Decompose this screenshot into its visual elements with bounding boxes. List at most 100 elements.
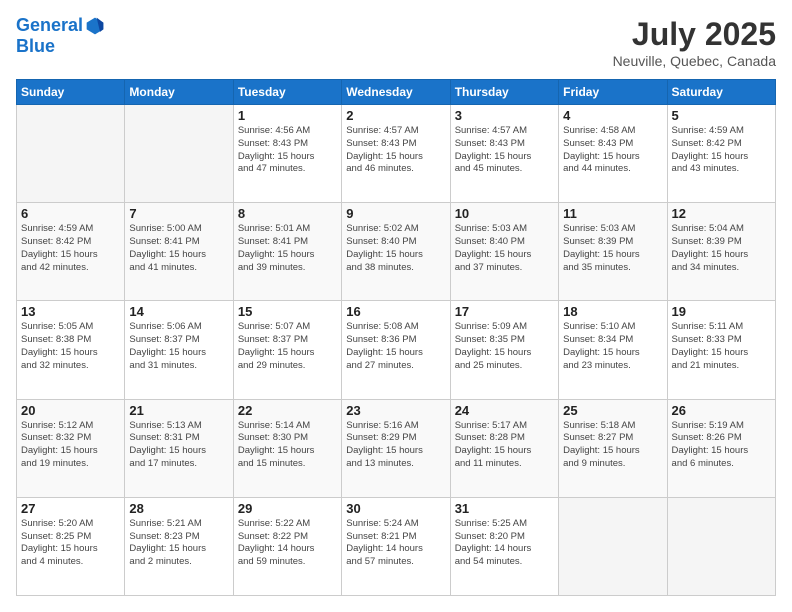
day-number: 5 [672, 108, 771, 123]
day-detail: Sunrise: 5:00 AM Sunset: 8:41 PM Dayligh… [129, 223, 228, 274]
calendar-cell: 9 Sunrise: 5:02 AM Sunset: 8:40 PM Daylig… [342, 203, 450, 301]
day-detail: Sunrise: 5:07 AM Sunset: 8:37 PM Dayligh… [238, 321, 337, 372]
day-number: 13 [21, 304, 120, 319]
calendar-week-row: 1Sunrise: 4:56 AM Sunset: 8:43 PM Daylig… [17, 105, 776, 203]
day-number: 15 [238, 304, 337, 319]
calendar-week-row: 6Sunrise: 4:59 AM Sunset: 8:42 PM Daylig… [17, 203, 776, 301]
day-detail: Sunrise: 5:05 AM Sunset: 8:38 PM Dayligh… [21, 321, 120, 372]
calendar-cell: 8 Sunrise: 5:01 AM Sunset: 8:41 PM Daylig… [233, 203, 341, 301]
calendar-body: 1Sunrise: 4:56 AM Sunset: 8:43 PM Daylig… [17, 105, 776, 596]
calendar-cell: 11 Sunrise: 5:03 AM Sunset: 8:39 PM Dayli… [559, 203, 667, 301]
logo: General Blue [16, 16, 105, 57]
calendar-cell: 29 Sunrise: 5:22 AM Sunset: 8:22 PM Dayli… [233, 497, 341, 595]
day-detail: Sunrise: 4:58 AM Sunset: 8:43 PM Dayligh… [563, 125, 662, 176]
calendar-week-row: 13 Sunrise: 5:05 AM Sunset: 8:38 PM Dayli… [17, 301, 776, 399]
day-number: 22 [238, 403, 337, 418]
calendar-cell: 19Sunrise: 5:11 AM Sunset: 8:33 PM Dayli… [667, 301, 775, 399]
calendar-cell: 28 Sunrise: 5:21 AM Sunset: 8:23 PM Dayli… [125, 497, 233, 595]
calendar-cell: 27 Sunrise: 5:20 AM Sunset: 8:25 PM Dayli… [17, 497, 125, 595]
weekday-header-row: SundayMondayTuesdayWednesdayThursdayFrid… [17, 80, 776, 105]
calendar-cell: 13 Sunrise: 5:05 AM Sunset: 8:38 PM Dayli… [17, 301, 125, 399]
day-detail: Sunrise: 5:03 AM Sunset: 8:40 PM Dayligh… [455, 223, 554, 274]
calendar-cell: 16Sunrise: 5:08 AM Sunset: 8:36 PM Dayli… [342, 301, 450, 399]
day-detail: Sunrise: 5:19 AM Sunset: 8:26 PM Dayligh… [672, 420, 771, 471]
calendar-week-row: 27 Sunrise: 5:20 AM Sunset: 8:25 PM Dayli… [17, 497, 776, 595]
day-detail: Sunrise: 5:02 AM Sunset: 8:40 PM Dayligh… [346, 223, 445, 274]
day-number: 16 [346, 304, 445, 319]
day-detail: Sunrise: 4:57 AM Sunset: 8:43 PM Dayligh… [455, 125, 554, 176]
calendar-cell: 17 Sunrise: 5:09 AM Sunset: 8:35 PM Dayli… [450, 301, 558, 399]
calendar-cell: 26Sunrise: 5:19 AM Sunset: 8:26 PM Dayli… [667, 399, 775, 497]
logo-blue: Blue [16, 36, 105, 57]
day-detail: Sunrise: 5:13 AM Sunset: 8:31 PM Dayligh… [129, 420, 228, 471]
calendar-cell: 2Sunrise: 4:57 AM Sunset: 8:43 PM Daylig… [342, 105, 450, 203]
calendar-cell: 23 Sunrise: 5:16 AM Sunset: 8:29 PM Dayli… [342, 399, 450, 497]
weekday-header-cell: Friday [559, 80, 667, 105]
calendar-cell: 14Sunrise: 5:06 AM Sunset: 8:37 PM Dayli… [125, 301, 233, 399]
calendar-cell: 30Sunrise: 5:24 AM Sunset: 8:21 PM Dayli… [342, 497, 450, 595]
day-number: 23 [346, 403, 445, 418]
day-number: 21 [129, 403, 228, 418]
day-detail: Sunrise: 4:56 AM Sunset: 8:43 PM Dayligh… [238, 125, 337, 176]
day-number: 19 [672, 304, 771, 319]
calendar-week-row: 20 Sunrise: 5:12 AM Sunset: 8:32 PM Dayli… [17, 399, 776, 497]
calendar-cell: 4 Sunrise: 4:58 AM Sunset: 8:43 PM Daylig… [559, 105, 667, 203]
day-number: 6 [21, 206, 120, 221]
day-number: 31 [455, 501, 554, 516]
location: Neuville, Quebec, Canada [613, 53, 776, 69]
day-number: 11 [563, 206, 662, 221]
calendar-cell: 18Sunrise: 5:10 AM Sunset: 8:34 PM Dayli… [559, 301, 667, 399]
day-detail: Sunrise: 5:22 AM Sunset: 8:22 PM Dayligh… [238, 518, 337, 569]
weekday-header-cell: Saturday [667, 80, 775, 105]
day-number: 20 [21, 403, 120, 418]
calendar-cell: 21 Sunrise: 5:13 AM Sunset: 8:31 PM Dayli… [125, 399, 233, 497]
day-number: 24 [455, 403, 554, 418]
day-number: 14 [129, 304, 228, 319]
day-detail: Sunrise: 5:03 AM Sunset: 8:39 PM Dayligh… [563, 223, 662, 274]
day-number: 28 [129, 501, 228, 516]
day-number: 8 [238, 206, 337, 221]
title-block: July 2025 Neuville, Quebec, Canada [613, 16, 776, 69]
day-detail: Sunrise: 5:16 AM Sunset: 8:29 PM Dayligh… [346, 420, 445, 471]
day-detail: Sunrise: 5:20 AM Sunset: 8:25 PM Dayligh… [21, 518, 120, 569]
day-number: 27 [21, 501, 120, 516]
day-detail: Sunrise: 5:25 AM Sunset: 8:20 PM Dayligh… [455, 518, 554, 569]
day-number: 17 [455, 304, 554, 319]
page: General Blue July 2025 Neuville, Quebec,… [0, 0, 792, 612]
weekday-header-cell: Wednesday [342, 80, 450, 105]
day-detail: Sunrise: 5:21 AM Sunset: 8:23 PM Dayligh… [129, 518, 228, 569]
logo-text: General [16, 16, 83, 36]
weekday-header-cell: Tuesday [233, 80, 341, 105]
day-number: 4 [563, 108, 662, 123]
day-number: 10 [455, 206, 554, 221]
calendar-cell: 1Sunrise: 4:56 AM Sunset: 8:43 PM Daylig… [233, 105, 341, 203]
calendar-cell: 3 Sunrise: 4:57 AM Sunset: 8:43 PM Daylig… [450, 105, 558, 203]
header: General Blue July 2025 Neuville, Quebec,… [16, 16, 776, 69]
calendar-cell: 20 Sunrise: 5:12 AM Sunset: 8:32 PM Dayli… [17, 399, 125, 497]
day-number: 9 [346, 206, 445, 221]
day-detail: Sunrise: 5:14 AM Sunset: 8:30 PM Dayligh… [238, 420, 337, 471]
calendar-cell: 24Sunrise: 5:17 AM Sunset: 8:28 PM Dayli… [450, 399, 558, 497]
day-detail: Sunrise: 4:59 AM Sunset: 8:42 PM Dayligh… [672, 125, 771, 176]
day-number: 18 [563, 304, 662, 319]
calendar-cell: 31 Sunrise: 5:25 AM Sunset: 8:20 PM Dayli… [450, 497, 558, 595]
day-detail: Sunrise: 5:09 AM Sunset: 8:35 PM Dayligh… [455, 321, 554, 372]
day-number: 3 [455, 108, 554, 123]
calendar-cell: 22 Sunrise: 5:14 AM Sunset: 8:30 PM Dayli… [233, 399, 341, 497]
calendar-cell [667, 497, 775, 595]
day-number: 29 [238, 501, 337, 516]
day-number: 30 [346, 501, 445, 516]
logo-icon [85, 16, 105, 36]
calendar-cell [125, 105, 233, 203]
weekday-header-cell: Thursday [450, 80, 558, 105]
calendar-cell: 15 Sunrise: 5:07 AM Sunset: 8:37 PM Dayli… [233, 301, 341, 399]
calendar-cell: 5 Sunrise: 4:59 AM Sunset: 8:42 PM Daylig… [667, 105, 775, 203]
calendar-cell [17, 105, 125, 203]
weekday-header-cell: Monday [125, 80, 233, 105]
day-detail: Sunrise: 5:12 AM Sunset: 8:32 PM Dayligh… [21, 420, 120, 471]
calendar-cell: 25Sunrise: 5:18 AM Sunset: 8:27 PM Dayli… [559, 399, 667, 497]
weekday-header-cell: Sunday [17, 80, 125, 105]
day-number: 12 [672, 206, 771, 221]
day-number: 7 [129, 206, 228, 221]
day-detail: Sunrise: 5:01 AM Sunset: 8:41 PM Dayligh… [238, 223, 337, 274]
